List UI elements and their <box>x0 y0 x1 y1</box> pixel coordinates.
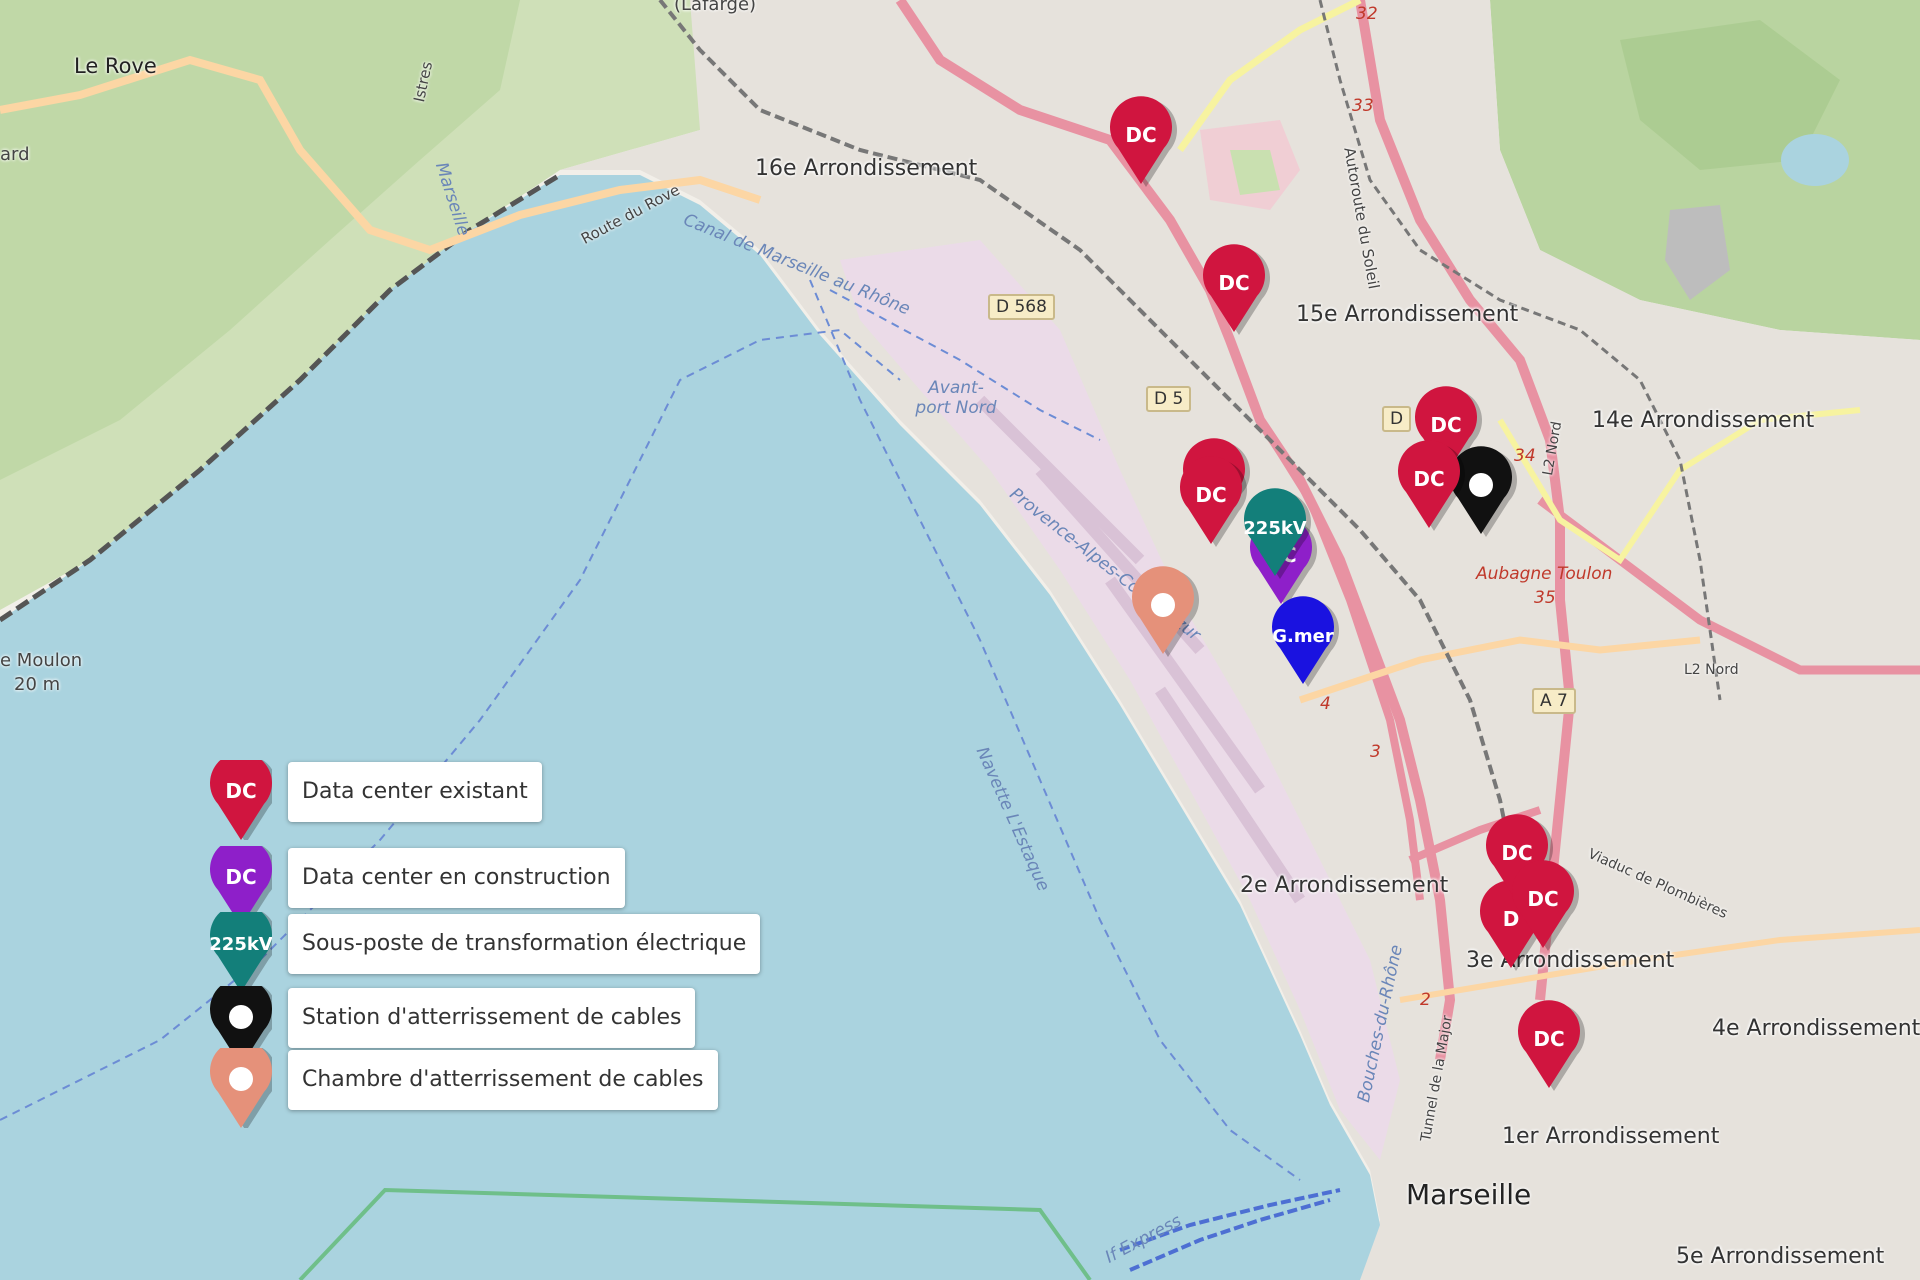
road-number-3: 3 <box>1370 742 1381 762</box>
place-label-5e: 5e Arrondissement <box>1676 1244 1885 1269</box>
road-number-33: 33 <box>1352 96 1374 116</box>
water-label-avant-port: Avant-port Nord <box>915 378 997 418</box>
legend-label: Station d'atterrissement de cables <box>288 988 696 1048</box>
road-number-34: 34 <box>1514 446 1536 466</box>
road-number-35: 35 <box>1534 588 1556 608</box>
map-marker-dc-existing[interactable]: DC <box>1512 860 1579 951</box>
svg-text:G.mer: G.mer <box>1272 626 1334 647</box>
svg-text:DC: DC <box>1430 413 1461 437</box>
svg-text:DC: DC <box>1218 271 1249 295</box>
place-label-moulon: e Moulon <box>0 650 83 671</box>
svg-text:DC: DC <box>1527 887 1558 911</box>
legend-marker-icon: 225kV <box>209 904 277 995</box>
road-number-32: 32 <box>1356 4 1378 24</box>
place-label-lafarge: (Lafarge) <box>674 0 757 15</box>
svg-text:225kV: 225kV <box>1243 518 1307 539</box>
road-shield-d568: D 568 <box>988 294 1055 320</box>
place-label-16e: 16e Arrondissement <box>755 156 978 181</box>
road-number-4: 4 <box>1320 694 1331 714</box>
svg-text:DC: DC <box>225 865 256 889</box>
map-marker-dc-existing[interactable]: DC <box>1518 1000 1585 1091</box>
place-label-marseille: Marseille <box>1406 1178 1532 1211</box>
map-marker-cable-chamber[interactable] <box>1132 566 1199 657</box>
legend-label: Data center en construction <box>288 848 625 908</box>
svg-text:DC: DC <box>1195 483 1226 507</box>
place-label-ard: ard <box>0 144 30 165</box>
road-label-aubagne-toulon: Aubagne Toulon <box>1476 564 1613 584</box>
legend-label: Data center existant <box>288 762 542 822</box>
road-shield-d-partial: D <box>1382 406 1412 432</box>
svg-text:DC: DC <box>1413 467 1444 491</box>
svg-text:DC: DC <box>1533 1027 1564 1051</box>
place-label-14e: 14e Arrondissement <box>1592 408 1815 433</box>
legend-label: Chambre d'atterrissement de cables <box>288 1050 718 1110</box>
road-label-l2nord-east: L2 Nord <box>1684 662 1739 678</box>
svg-text:DC: DC <box>225 779 256 803</box>
road-number-2: 2 <box>1420 990 1431 1010</box>
place-label-moulon-altitude: 20 m <box>14 674 61 695</box>
place-label-2e: 2e Arrondissement <box>1240 873 1449 898</box>
legend-label: Sous-poste de transformation électrique <box>288 914 761 974</box>
map-marker-dc-existing[interactable]: DC <box>1203 244 1270 335</box>
map-marker-dc-existing[interactable]: DC <box>1398 440 1465 531</box>
place-label-1er: 1er Arrondissement <box>1502 1124 1720 1149</box>
map-marker-dc-existing[interactable]: DC <box>1110 96 1177 187</box>
place-label-le-rove: Le Rove <box>74 54 157 78</box>
svg-text:225kV: 225kV <box>210 934 272 955</box>
road-shield-a7: A 7 <box>1532 688 1576 714</box>
road-shield-d5: D 5 <box>1146 386 1192 412</box>
svg-text:DC: DC <box>1125 123 1156 147</box>
map-marker-substation[interactable]: 225kV <box>1243 488 1311 579</box>
legend-marker-icon: DC <box>210 752 277 843</box>
map-marker-special[interactable]: G.mer <box>1272 596 1339 687</box>
place-label-15e: 15e Arrondissement <box>1296 302 1519 327</box>
map-view[interactable]: Le Rove 16e Arrondissement 15e Arrondiss… <box>0 0 1920 1280</box>
map-marker-dc-existing[interactable]: DC <box>1180 456 1247 547</box>
place-label-4e: 4e Arrondissement <box>1712 1016 1920 1041</box>
svg-text:DC: DC <box>1501 841 1532 865</box>
legend-marker-icon <box>210 1040 277 1131</box>
